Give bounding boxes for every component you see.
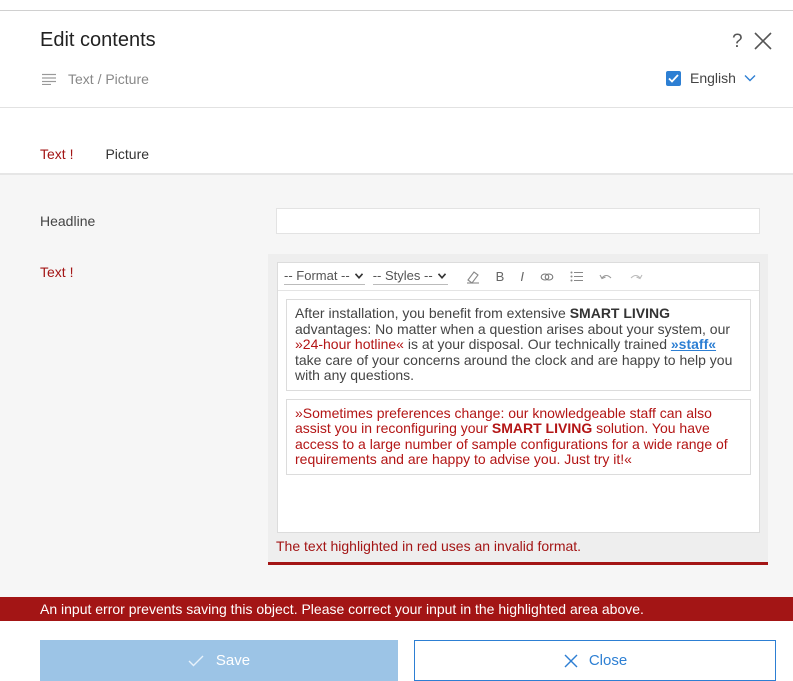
rich-text-editor: -- Format -- -- Styles -- B I After inst… (268, 254, 768, 565)
text-lines-icon (42, 73, 56, 85)
dialog-subtitle: Text / Picture (42, 71, 149, 87)
chevron-down-icon (437, 272, 446, 279)
chevron-down-icon (354, 272, 363, 279)
close-icon (564, 654, 578, 667)
headline-label: Headline (40, 213, 96, 229)
subtitle-text: Text / Picture (68, 71, 149, 87)
styles-dropdown[interactable]: -- Styles -- (372, 268, 448, 285)
text-error-marker: ! (69, 264, 74, 280)
format-dropdown[interactable]: -- Format -- (284, 268, 365, 285)
editor-body: -- Format -- -- Styles -- B I After inst… (277, 262, 760, 533)
link-icon[interactable] (540, 271, 554, 283)
editor-toolbar: -- Format -- -- Styles -- B I (278, 263, 759, 291)
editor-content[interactable]: After installation, you benefit from ext… (278, 299, 759, 483)
headline-input[interactable] (276, 208, 760, 234)
tab-text[interactable]: Text ! (40, 146, 74, 176)
tab-error-marker: ! (69, 146, 74, 162)
tab-bar: Text ! Picture (40, 146, 181, 176)
language-label: English (690, 70, 736, 86)
error-banner: An input error prevents saving this obje… (0, 597, 793, 621)
close-button[interactable]: Close (414, 640, 776, 681)
save-button[interactable]: Save (40, 640, 398, 681)
language-selector[interactable]: English (666, 70, 756, 86)
undo-icon[interactable] (599, 272, 613, 282)
invalid-format-hint: The text highlighted in red uses an inva… (276, 538, 582, 554)
paragraph-invalid[interactable]: »Sometimes preferences change: our knowl… (286, 398, 751, 475)
check-icon (668, 73, 679, 83)
chevron-down-icon[interactable] (744, 74, 756, 82)
staff-link[interactable]: »staff« (671, 336, 716, 352)
language-checkbox[interactable] (666, 70, 681, 86)
eraser-icon[interactable] (466, 270, 480, 284)
top-divider (0, 10, 793, 11)
header-divider (0, 107, 793, 108)
text-label: Text ! (40, 264, 74, 280)
check-icon (188, 655, 204, 666)
bullet-list-icon[interactable] (570, 271, 583, 282)
close-icon[interactable] (752, 30, 774, 52)
bold-button[interactable]: B (496, 269, 505, 284)
redo-icon[interactable] (629, 272, 643, 282)
italic-button[interactable]: I (520, 269, 524, 284)
hotline-highlight: »24-hour hotline« (295, 336, 404, 352)
paragraph-valid[interactable]: After installation, you benefit from ext… (286, 299, 751, 391)
help-icon[interactable]: ? (732, 31, 743, 53)
tab-picture[interactable]: Picture (105, 146, 149, 176)
dialog-title: Edit contents (40, 29, 156, 51)
